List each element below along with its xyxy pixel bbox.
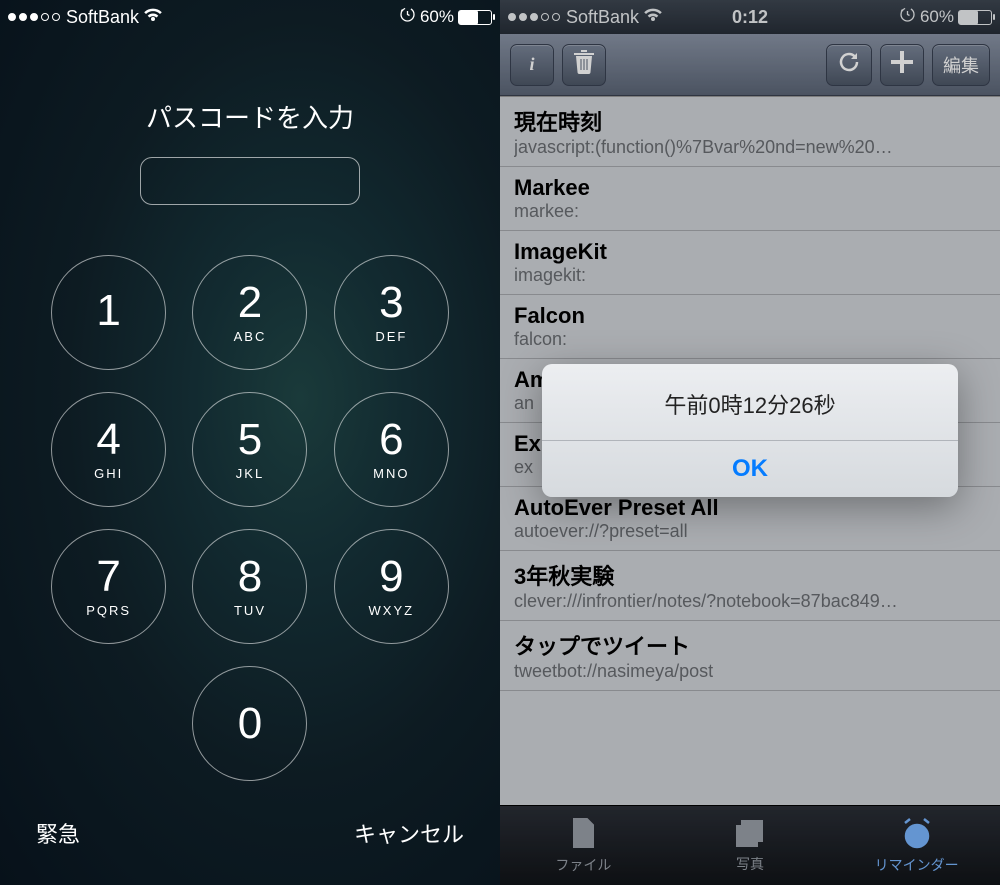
alarm-clock-icon <box>899 816 935 853</box>
refresh-icon <box>837 50 861 79</box>
tab-label: ファイル <box>555 855 611 875</box>
list-item[interactable]: タップでツイートtweetbot://nasimeya/post <box>500 621 1000 691</box>
bookmarks-screen: SoftBank 0:12 60% i <box>500 0 1000 885</box>
list-item[interactable]: Markeemarkee: <box>500 167 1000 231</box>
keypad: 1 2ABC 3DEF 4GHI 5JKL 6MNO 7PQRS 8TUV 9W… <box>0 255 500 781</box>
orientation-lock-icon <box>899 6 916 28</box>
key-3[interactable]: 3DEF <box>334 255 449 370</box>
key-5[interactable]: 5JKL <box>192 392 307 507</box>
wifi-icon <box>643 7 663 28</box>
status-bar-left: SoftBank 60% <box>0 0 500 34</box>
key-0[interactable]: 0 <box>192 666 307 781</box>
battery-icon <box>458 10 492 25</box>
passcode-title: パスコードを入力 <box>0 98 500 135</box>
delete-button[interactable] <box>562 44 606 86</box>
tab-photo[interactable]: 写真 <box>667 806 834 885</box>
trash-icon <box>573 50 595 79</box>
battery-percent: 60% <box>420 7 454 27</box>
orientation-lock-icon <box>399 6 416 28</box>
navbar: i 編集 <box>500 34 1000 96</box>
carrier-label: SoftBank <box>566 7 639 28</box>
tab-file[interactable]: ファイル <box>500 806 667 885</box>
list-item[interactable]: 3年秋実験clever:///infrontier/notes/?noteboo… <box>500 551 1000 621</box>
edit-button[interactable]: 編集 <box>932 44 990 86</box>
refresh-button[interactable] <box>826 44 872 86</box>
key-9[interactable]: 9WXYZ <box>334 529 449 644</box>
emergency-button[interactable]: 緊急 <box>36 817 80 849</box>
lock-screen: SoftBank 60% パスコードを入力 1 2ABC 3DEF 4GHI 5… <box>0 0 500 885</box>
tab-label: 写真 <box>736 854 764 874</box>
wifi-icon <box>143 7 163 28</box>
alert-ok-button[interactable]: OK <box>542 441 958 497</box>
alert-message: 午前0時12分26秒 <box>542 364 958 441</box>
list-item[interactable]: 現在時刻javascript:(function()%7Bvar%20nd=ne… <box>500 97 1000 167</box>
tab-label: リマインダー <box>875 855 959 875</box>
status-bar-right: SoftBank 0:12 60% <box>500 0 1000 34</box>
add-button[interactable] <box>880 44 924 86</box>
clock-label: 0:12 <box>732 7 768 28</box>
signal-dots <box>508 13 560 21</box>
list-item[interactable]: Falconfalcon: <box>500 295 1000 359</box>
key-8[interactable]: 8TUV <box>192 529 307 644</box>
file-icon <box>567 816 599 853</box>
key-1[interactable]: 1 <box>51 255 166 370</box>
key-4[interactable]: 4GHI <box>51 392 166 507</box>
photo-stack-icon <box>733 817 767 852</box>
key-6[interactable]: 6MNO <box>334 392 449 507</box>
battery-icon <box>958 10 992 25</box>
key-2[interactable]: 2ABC <box>192 255 307 370</box>
list-item[interactable]: ImageKitimagekit: <box>500 231 1000 295</box>
tab-reminder[interactable]: リマインダー <box>833 806 1000 885</box>
battery-percent: 60% <box>920 7 954 27</box>
key-7[interactable]: 7PQRS <box>51 529 166 644</box>
alert-dialog: 午前0時12分26秒 OK <box>542 364 958 497</box>
passcode-input[interactable] <box>140 157 360 205</box>
carrier-label: SoftBank <box>66 7 139 28</box>
cancel-button[interactable]: キャンセル <box>354 817 464 849</box>
info-button[interactable]: i <box>510 44 554 86</box>
signal-dots <box>8 13 60 21</box>
tab-bar: ファイル 写真 リマインダー <box>500 805 1000 885</box>
plus-icon <box>891 51 913 78</box>
